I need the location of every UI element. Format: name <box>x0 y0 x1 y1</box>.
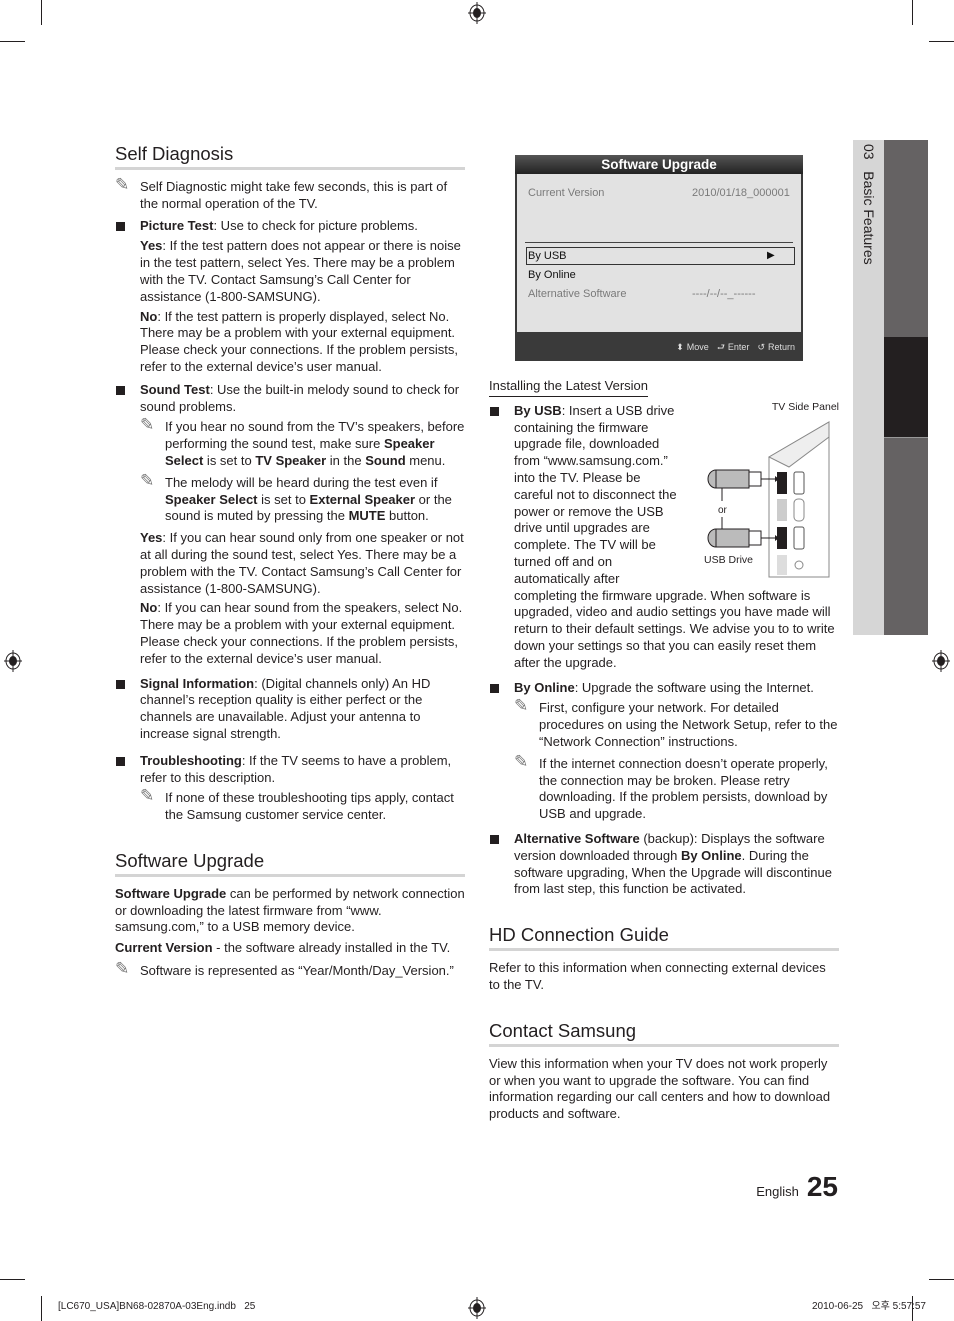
language-label: English <box>756 1184 799 1199</box>
chapter-tab-block <box>884 140 928 337</box>
chapter-label: 03 Basic Features <box>860 144 877 265</box>
chapter-tab-block <box>884 437 928 635</box>
pencil-note-icon: ✎ <box>140 470 155 490</box>
crop-mark <box>0 41 25 42</box>
right-column: Installing the Latest Version TV Side Pa… <box>489 150 839 1127</box>
square-bullet-icon <box>116 385 125 395</box>
usb-port-2 <box>777 498 787 521</box>
note: ✎ First, configure your network. For deta… <box>514 696 838 749</box>
note: ✎ If the internet connection doesn’t oper… <box>514 751 828 822</box>
left-column: Self Diagnosis ✎ Self Diagnostic might ta… <box>115 143 465 985</box>
section-heading-contact-samsung: Contact Samsung <box>489 1020 839 1047</box>
print-timestamp: 2010-06-25 오후 5:57:57 <box>811 1301 926 1312</box>
list-item-alternative-software: Alternative Software (backup): Displays … <box>489 831 839 898</box>
list-item-by-online: By Online: Upgrade the software using th… <box>489 680 839 823</box>
pencil-note-icon: ✎ <box>514 696 529 716</box>
section-heading-self-diagnosis: Self Diagnosis <box>115 143 465 170</box>
square-bullet-icon <box>490 406 499 416</box>
note: ✎ The melody will be heard during the tes… <box>140 470 452 524</box>
square-bullet-icon <box>116 756 125 766</box>
paragraph: Current Version - the software already i… <box>115 940 451 956</box>
list-item-by-usb: TV Side Panel or USB Drive By USB: Inser… <box>489 401 839 672</box>
section-heading-hd-connection-guide: HD Connection Guide <box>489 924 839 952</box>
chapter-side-tab: 03 Basic Features <box>853 140 884 635</box>
pencil-note-icon: ✎ <box>140 786 155 806</box>
pencil-note-icon: ✎ <box>115 175 130 194</box>
usb-drive-label: USB Drive <box>704 553 754 566</box>
section-heading-software-upgrade: Software Upgrade <box>115 850 465 877</box>
usb-port-1 <box>777 471 787 494</box>
list-item-signal-information: Signal Information: (Digital channels on… <box>115 676 465 743</box>
crop-mark <box>0 1279 25 1280</box>
tv-side-panel-illustration <box>707 420 830 578</box>
square-bullet-icon <box>490 683 499 693</box>
page-number: 25 <box>806 1171 838 1202</box>
subheading-installing-latest-version: Installing the Latest Version <box>489 378 648 397</box>
registration-mark-icon <box>468 1297 486 1319</box>
square-bullet-icon <box>116 221 125 231</box>
crop-mark <box>929 41 954 42</box>
list-item-troubleshooting: Troubleshooting: If the TV seems to have… <box>115 753 465 824</box>
list-item-picture-test: Picture Test: Use to check for picture p… <box>115 218 465 376</box>
pencil-note-icon: ✎ <box>140 415 155 435</box>
crop-mark <box>912 0 913 25</box>
note: ✎ Software is represented as “Year/Month/… <box>115 959 454 979</box>
paragraph: Refer to this information when connectin… <box>489 960 826 992</box>
chapter-tab-block-active <box>884 337 928 437</box>
or-label: or <box>718 504 727 516</box>
print-file-info: [LC670_USA]BN68-02870A-03Eng.indb 25 <box>58 1301 256 1312</box>
registration-mark-icon <box>932 650 950 672</box>
pencil-note-icon: ✎ <box>514 751 529 771</box>
usb-diagram: TV Side Panel or USB Drive <box>679 401 839 583</box>
registration-mark-icon <box>468 2 486 24</box>
square-bullet-icon <box>490 834 499 844</box>
pencil-note-icon: ✎ <box>115 959 130 979</box>
paragraph: View this information when your TV does … <box>489 1055 831 1122</box>
page-footer: English 25 <box>756 1171 838 1202</box>
list-item-sound-test: Sound Test: Use the built-in melody soun… <box>115 382 465 668</box>
paragraph: Software Upgrade can be performed by net… <box>115 885 465 935</box>
note: ✎ Self Diagnostic might take few seconds,… <box>115 175 448 211</box>
tv-side-panel-label: TV Side Panel <box>771 400 839 413</box>
note: ✎ If you hear no sound from the TV’s spea… <box>140 415 465 468</box>
crop-mark <box>41 1296 42 1321</box>
square-bullet-icon <box>116 679 125 689</box>
registration-mark-icon <box>4 650 22 672</box>
crop-mark <box>41 0 42 25</box>
crop-mark <box>929 1279 954 1280</box>
note: ✎ If none of these troubleshooting tips a… <box>140 786 454 823</box>
